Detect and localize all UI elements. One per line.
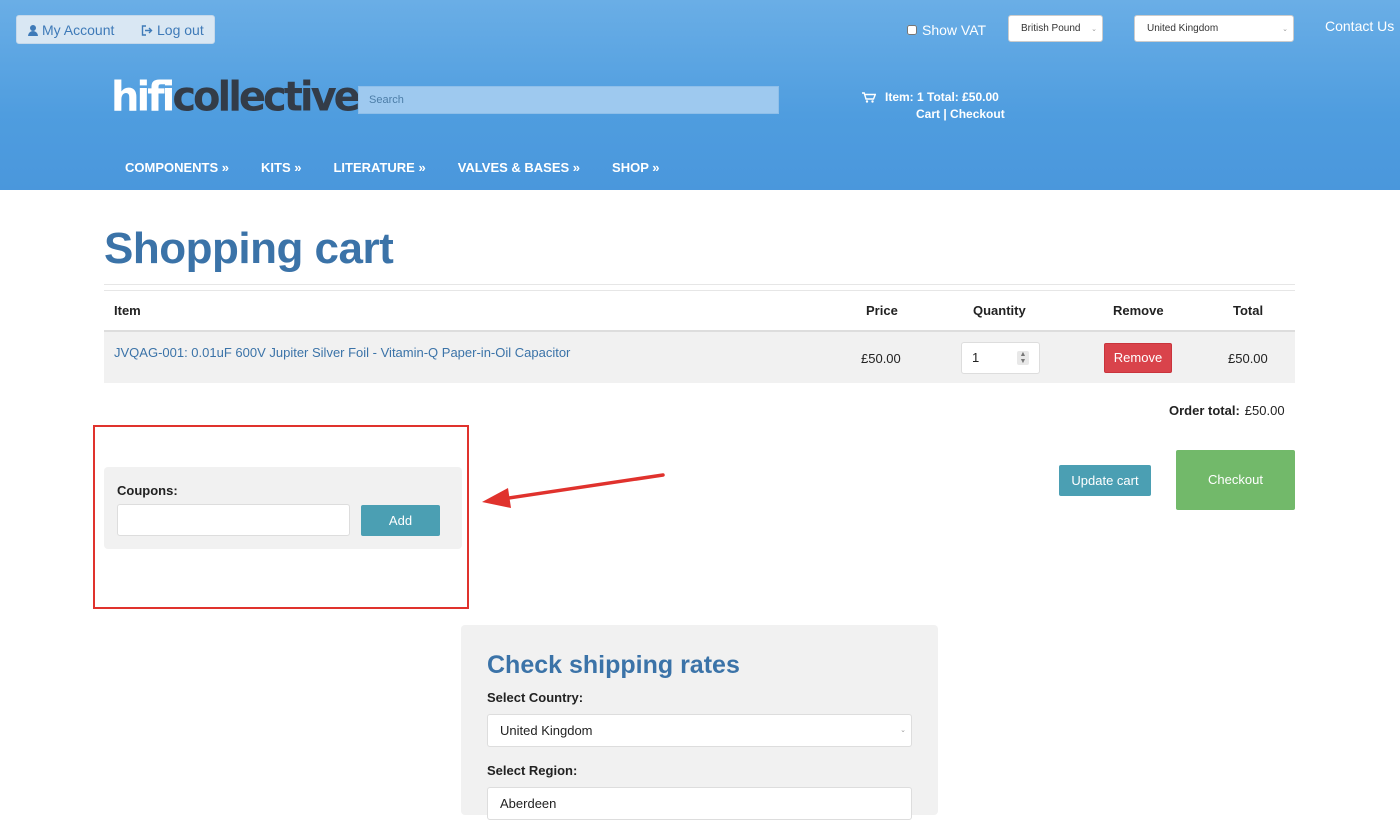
cart-item-link[interactable]: JVQAG-001: 0.01uF 600V Jupiter Silver Fo… [114,345,570,360]
site-logo[interactable]: hificollective [111,73,361,121]
column-header-quantity: Quantity [973,303,1026,318]
shipping-region-select[interactable]: Aberdeen [487,787,912,820]
chevron-down-icon: ⌄ [1091,25,1097,33]
nav-kits[interactable]: KITS » [245,158,317,178]
main-nav: COMPONENTS » KITS » LITERATURE » VALVES … [109,158,675,178]
annotation-arrow-icon [482,473,665,508]
country-select[interactable]: United Kingdom ⌄ [1134,15,1294,42]
logo-part-hifi: hifi [111,73,175,121]
site-header: My Account Log out Show VAT British Poun… [0,0,1400,190]
column-header-total: Total [1233,303,1264,318]
divider [104,290,1295,291]
log-out-link[interactable]: Log out [141,22,204,38]
nav-shop[interactable]: SHOP » [596,158,675,178]
divider [104,284,1295,285]
cart-item-total: £50.00 [1228,351,1268,366]
log-out-label: Log out [157,22,204,38]
currency-select[interactable]: British Pound ⌄ [1008,15,1103,42]
show-vat-label: Show VAT [922,22,987,38]
nav-components[interactable]: COMPONENTS » [109,158,245,178]
checkout-button[interactable]: Checkout [1176,450,1295,510]
coupon-label: Coupons: [117,483,178,498]
order-total-label: Order total: [1169,403,1240,418]
currency-value: British Pound [1021,23,1081,34]
search-input[interactable]: Search [358,86,779,114]
page-title: Shopping cart [104,224,394,273]
chevron-down-icon: ⌄ [900,727,906,734]
update-cart-button[interactable]: Update cart [1059,465,1151,496]
quantity-value: 1 [972,350,980,365]
order-total-value: £50.00 [1244,403,1285,418]
shipping-country-value: United Kingdom [500,723,593,738]
stepper-arrows-icon[interactable]: ▲ ▼ [1017,351,1029,365]
mini-cart-summary: Item: 1 Total: £50.00 [885,90,999,104]
shipping-title: Check shipping rates [487,651,740,679]
select-region-label: Select Region: [487,763,578,778]
user-icon [28,24,38,36]
search-placeholder: Search [369,94,404,106]
select-country-label: Select Country: [487,690,584,705]
cart-item-price: £50.00 [861,351,901,366]
column-header-item: Item [114,303,141,318]
chevron-down-icon: ⌄ [1282,25,1288,33]
column-header-remove: Remove [1113,303,1164,318]
nav-literature[interactable]: LITERATURE » [317,158,441,178]
nav-valves-bases[interactable]: VALVES & BASES » [442,158,596,178]
coupon-input[interactable] [117,504,350,536]
mini-cart: Item: 1 Total: £50.00 Cart | Checkout [862,89,1005,121]
cart-checkout-links[interactable]: Cart | Checkout [916,106,1005,123]
show-vat-toggle[interactable]: Show VAT [907,22,986,38]
order-total: Order total: £50.00 [1169,403,1285,418]
account-bar: My Account Log out [16,15,215,44]
add-coupon-button[interactable]: Add [361,505,440,536]
shipping-region-value: Aberdeen [500,796,557,811]
shipping-country-select[interactable]: United Kingdom ⌄ [487,714,912,747]
my-account-link[interactable]: My Account [28,22,114,38]
contact-us-link[interactable]: Contact Us [1325,18,1394,34]
remove-button[interactable]: Remove [1104,343,1172,373]
my-account-label: My Account [42,22,115,38]
column-header-price: Price [866,303,898,318]
logout-icon [141,24,153,36]
quantity-stepper[interactable]: 1 ▲ ▼ [961,342,1040,374]
cart-icon [862,92,876,103]
country-value: United Kingdom [1147,23,1219,34]
show-vat-checkbox[interactable] [907,25,917,35]
logo-part-collective: collective [172,73,360,121]
